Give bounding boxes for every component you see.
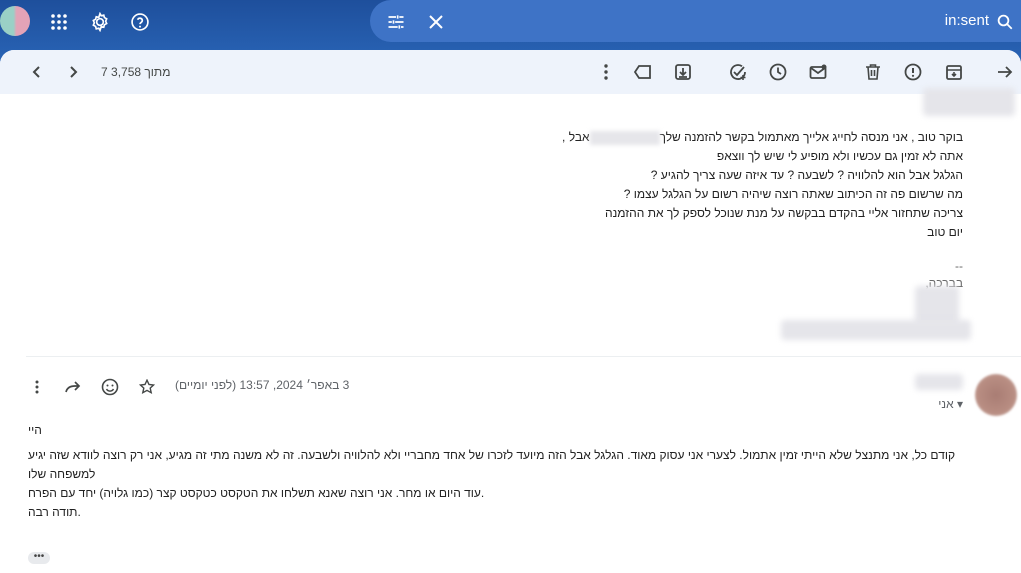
message-divider xyxy=(26,356,1021,357)
clear-search-icon[interactable] xyxy=(424,10,448,34)
help-icon[interactable] xyxy=(128,10,152,34)
message-2-line: .עוד היום או מחר. אני רוצה שאנא תשלחו את… xyxy=(28,486,485,500)
sender-avatar[interactable] xyxy=(975,374,1017,416)
add-to-tasks-icon[interactable] xyxy=(726,60,750,84)
more-vert-icon[interactable] xyxy=(25,375,49,399)
settings-gear-icon[interactable] xyxy=(88,10,112,34)
delete-trash-icon[interactable] xyxy=(861,60,885,84)
archive-icon[interactable] xyxy=(942,60,966,84)
signature-dash: -- xyxy=(955,259,963,273)
forward-icon[interactable] xyxy=(61,375,85,399)
more-vert-icon[interactable] xyxy=(594,60,618,84)
message-1-line: אתה לא זמין גם עכשיו ולא מופיע לי שיש לך… xyxy=(716,149,963,163)
report-spam-icon[interactable] xyxy=(901,60,925,84)
redacted-name xyxy=(589,130,660,145)
recipient-details-toggle[interactable]: אני ▾ xyxy=(938,397,963,411)
message-2-header: 3 באפר׳ 2024, 13:57 (לפני יומיים) אני ▾ xyxy=(0,364,1021,416)
chevron-down-icon[interactable]: ▾ xyxy=(957,397,963,411)
search-options-icon[interactable] xyxy=(384,10,408,34)
account-avatar[interactable] xyxy=(0,6,30,36)
message-2-line: קודם כל, אני מתנצל שלא הייתי זמין אתמול.… xyxy=(28,448,956,481)
message-1-line: הגלגל אבל הוא להלוויה ? לשבעה ? עד איזה … xyxy=(650,168,963,182)
message-1-line: צריכה שתחזור אליי בהקדם בבקשה על מנת שנו… xyxy=(605,206,963,220)
redacted-sender-avatar xyxy=(923,88,1015,116)
apps-grid-icon[interactable] xyxy=(47,10,71,34)
add-reaction-icon[interactable] xyxy=(98,375,122,399)
snooze-clock-icon[interactable] xyxy=(766,60,790,84)
chevron-left-icon[interactable] xyxy=(25,60,49,84)
message-1-line: בוקר טוב , אני מנסה לחייג אלייך מאתמול ב… xyxy=(562,130,963,145)
message-1-line: מה שרשום פה זה הכיתוב שאתה רוצה שיהיה רש… xyxy=(623,187,963,201)
message-view-card: 7 מתוך 3,758 בוקר טוב , אני מנסה לחייג א… xyxy=(0,50,1021,573)
message-1-body: בוקר טוב , אני מנסה לחייג אלייך מאתמול ב… xyxy=(562,128,963,242)
message-2-body: היי קודם כל, אני מתנצל שלא הייתי זמין את… xyxy=(28,421,960,522)
search-bar[interactable]: in:sent xyxy=(370,0,1021,42)
search-query-text[interactable]: in:sent xyxy=(945,12,989,29)
top-bar: in:sent xyxy=(0,0,1021,44)
message-toolbar: 7 מתוך 3,758 xyxy=(0,50,1021,94)
mark-unread-icon[interactable] xyxy=(806,60,830,84)
redacted-sender-name xyxy=(915,374,963,390)
show-trimmed-content-button[interactable]: ••• xyxy=(28,552,50,564)
message-2-greeting: היי xyxy=(28,423,42,437)
search-icon[interactable] xyxy=(993,10,1017,34)
redacted-signature-details xyxy=(781,320,971,340)
thread-content: בוקר טוב , אני מנסה לחייג אלייך מאתמול ב… xyxy=(0,88,1021,573)
message-1-line: יום טוב xyxy=(927,225,963,239)
pager-count: 7 מתוך 3,758 xyxy=(101,65,171,79)
recipient-label: אני xyxy=(938,397,954,411)
star-icon[interactable] xyxy=(135,375,159,399)
back-arrow-icon[interactable] xyxy=(993,60,1017,84)
message-2-line: .תודה רבה xyxy=(28,505,81,519)
chevron-right-icon[interactable] xyxy=(61,60,85,84)
label-icon[interactable] xyxy=(631,60,655,84)
move-to-icon[interactable] xyxy=(671,60,695,84)
message-2-date: 3 באפר׳ 2024, 13:57 (לפני יומיים) xyxy=(175,378,350,392)
